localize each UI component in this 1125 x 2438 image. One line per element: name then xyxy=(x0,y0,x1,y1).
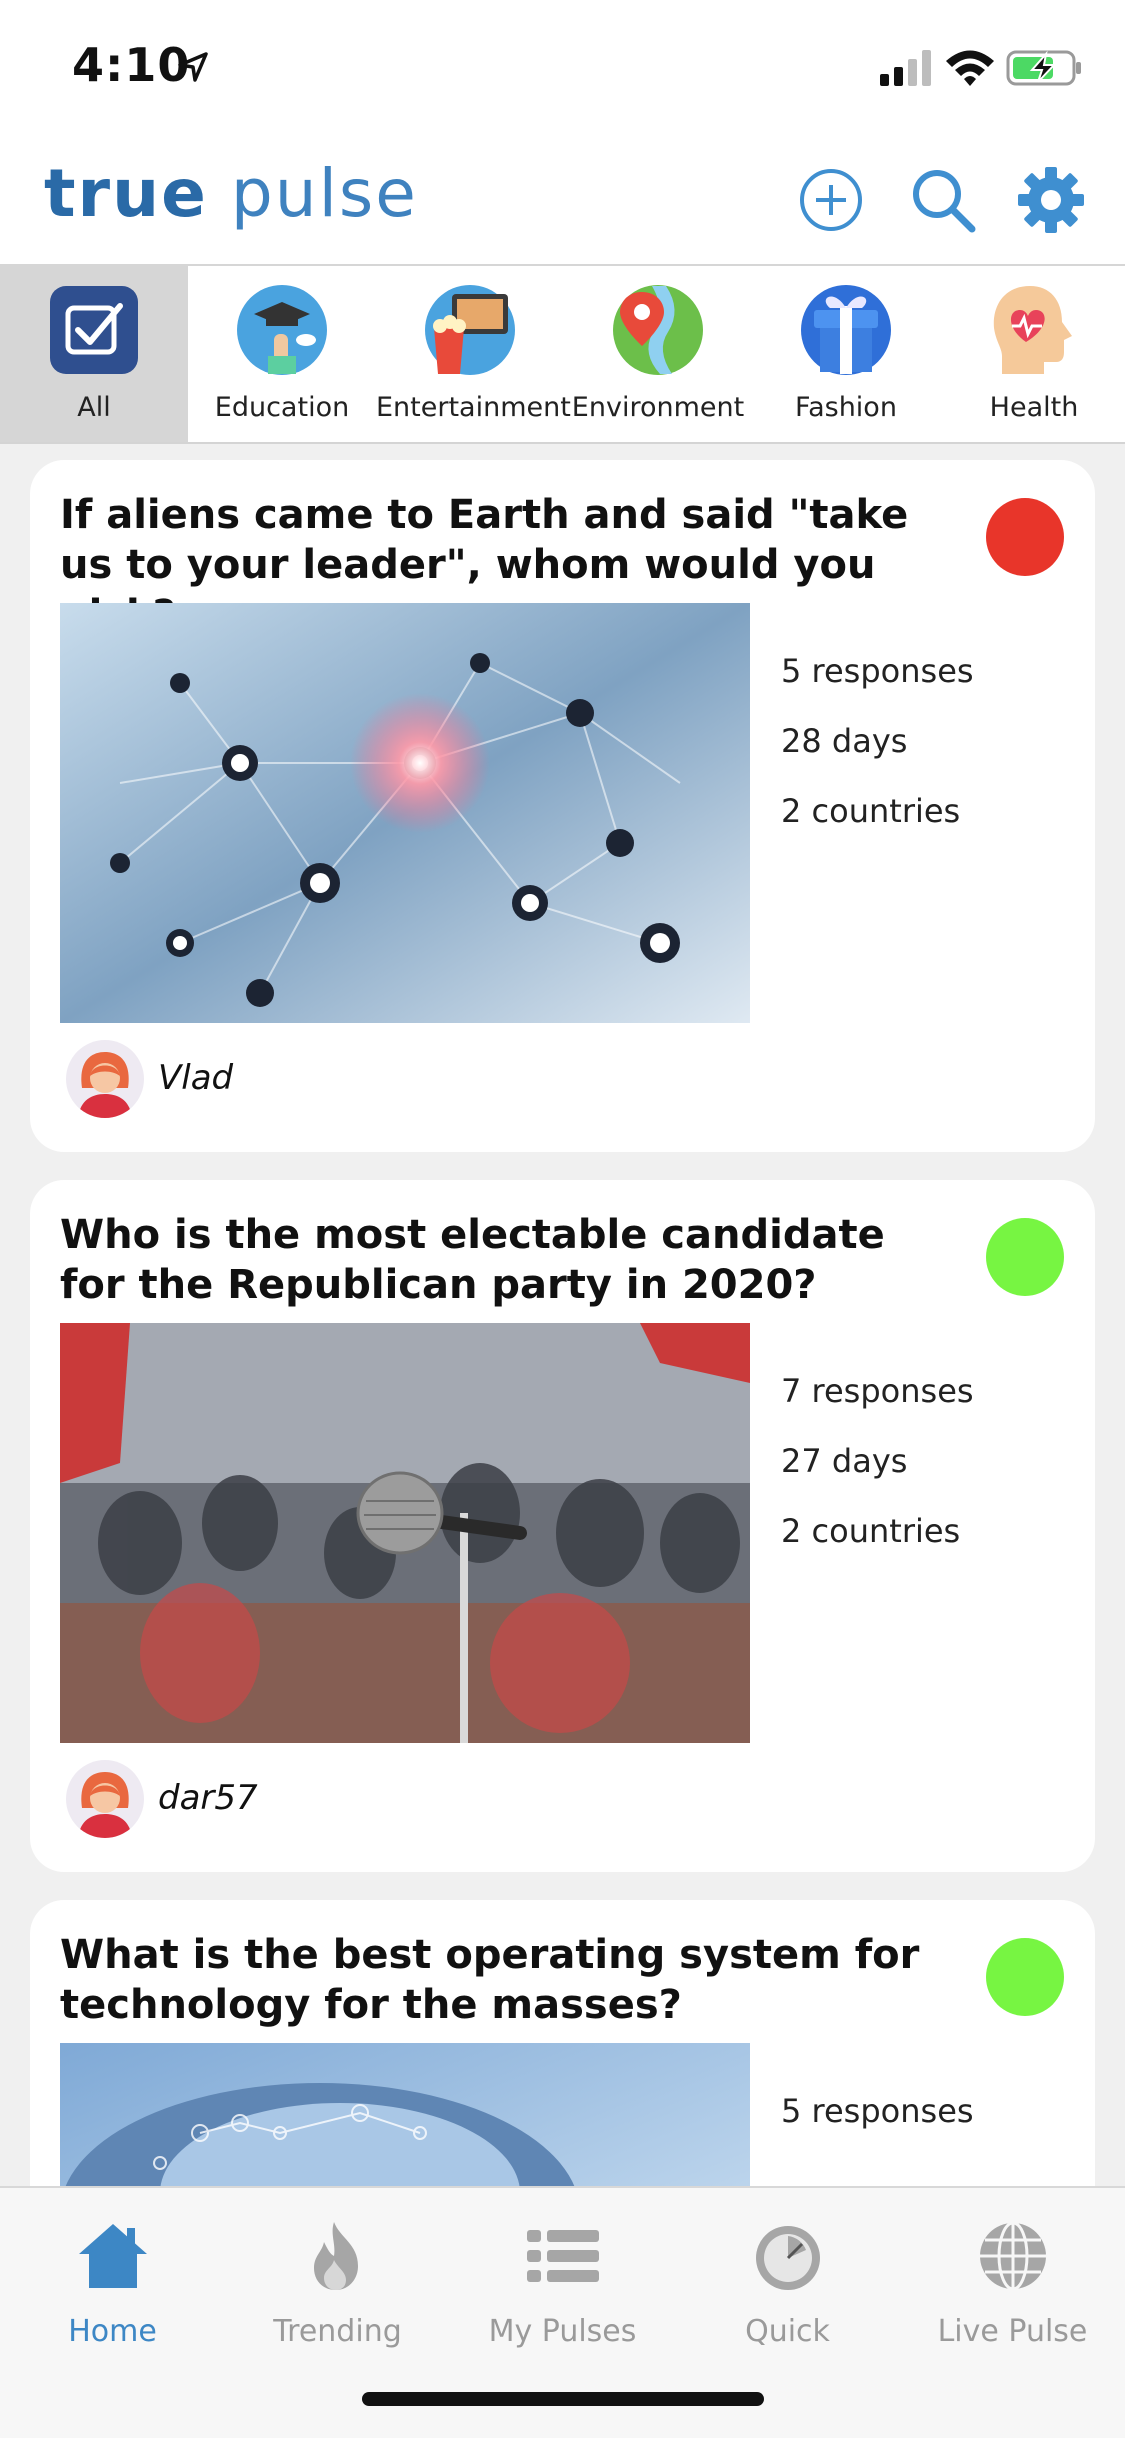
tab-label: Trending xyxy=(273,2314,402,2349)
category-health[interactable]: Health xyxy=(940,266,1125,442)
category-label: Entertainment xyxy=(376,392,571,423)
avatar-icon xyxy=(78,1052,132,1118)
category-label: Environment xyxy=(571,392,745,423)
pulse-stats: 5 responses 28 days 2 countries xyxy=(781,652,974,862)
category-label: Health xyxy=(989,392,1079,423)
response-count: 7 responses xyxy=(781,1372,974,1410)
category-environment[interactable]: Environment xyxy=(564,266,752,442)
author-name[interactable]: dar57 xyxy=(158,1778,258,1818)
status-bar: 4:10 xyxy=(0,0,1125,135)
days-remaining: 27 days xyxy=(781,1442,908,1480)
country-count: 2 countries xyxy=(781,792,961,830)
pulse-stats: 5 responses xyxy=(781,2092,974,2162)
tab-label: Live Pulse xyxy=(937,2314,1088,2349)
graduation-cap-icon xyxy=(237,285,327,375)
country-count: 2 countries xyxy=(781,1512,961,1550)
pulse-card[interactable]: Who is the most electable candidate for … xyxy=(30,1180,1095,1872)
add-icon[interactable] xyxy=(796,165,866,235)
tab-label: Quick xyxy=(745,2314,830,2349)
tab-quick[interactable]: Quick xyxy=(675,2206,900,2356)
network-globe-image xyxy=(60,603,750,1023)
response-count: 5 responses xyxy=(781,652,974,690)
avatar[interactable] xyxy=(66,1040,144,1118)
home-indicator xyxy=(362,2392,764,2406)
pulse-stats: 7 responses 27 days 2 countries xyxy=(781,1372,974,1582)
app-header: true pulse xyxy=(0,135,1125,266)
category-label: Fashion xyxy=(795,392,897,423)
search-icon[interactable] xyxy=(908,165,978,235)
status-dot xyxy=(986,498,1064,576)
list-icon xyxy=(526,2230,599,2282)
wifi-icon xyxy=(946,50,994,86)
stopwatch-icon xyxy=(755,2226,820,2290)
pulse-question[interactable]: Who is the most electable candidate for … xyxy=(60,1210,960,1310)
app-logo: true pulse xyxy=(44,155,418,232)
avatar-icon xyxy=(78,1772,132,1838)
pulse-card[interactable]: If aliens came to Earth and said "take u… xyxy=(30,460,1095,1152)
flame-icon xyxy=(313,2222,358,2290)
logo-word-pulse: pulse xyxy=(230,155,418,232)
tab-live-pulse[interactable]: Live Pulse xyxy=(900,2206,1125,2356)
author-name[interactable]: Vlad xyxy=(158,1058,233,1098)
logo-word-true: true xyxy=(44,155,208,232)
head-heart-icon xyxy=(993,286,1072,374)
checkbox-icon xyxy=(50,286,138,374)
tab-trending[interactable]: Trending xyxy=(225,2206,450,2356)
category-education[interactable]: Education xyxy=(188,266,376,442)
days-remaining: 28 days xyxy=(781,722,908,760)
category-all[interactable]: All xyxy=(0,266,188,442)
status-time: 4:10 xyxy=(72,38,191,92)
home-icon xyxy=(78,2224,147,2288)
category-label: Education xyxy=(214,392,350,423)
response-count: 5 responses xyxy=(781,2092,974,2130)
location-arrow-icon xyxy=(178,52,208,82)
gear-icon[interactable] xyxy=(1016,165,1086,235)
category-fashion[interactable]: Fashion xyxy=(752,266,940,442)
popcorn-tv-icon xyxy=(425,285,515,375)
map-pin-earth-icon xyxy=(613,285,703,375)
pulse-image-microphone[interactable] xyxy=(60,1323,750,1743)
battery-charging-icon xyxy=(1006,50,1081,86)
category-strip: All Education Entertainment Environment … xyxy=(0,266,1125,444)
status-dot xyxy=(986,1938,1064,2016)
tab-label: Home xyxy=(68,2314,157,2349)
pulse-image-network[interactable] xyxy=(60,603,750,1023)
globe-icon xyxy=(979,2221,1046,2291)
tab-my-pulses[interactable]: My Pulses xyxy=(450,2206,675,2356)
category-entertainment[interactable]: Entertainment xyxy=(376,266,571,442)
gift-box-icon xyxy=(801,285,891,375)
cellular-signal-icon xyxy=(880,50,931,86)
avatar[interactable] xyxy=(66,1760,144,1838)
tab-home[interactable]: Home xyxy=(0,2206,225,2356)
category-label: All xyxy=(77,392,111,423)
tab-label: My Pulses xyxy=(488,2314,637,2349)
microphone-crowd-image xyxy=(60,1323,750,1743)
status-dot xyxy=(986,1218,1064,1296)
pulse-question[interactable]: What is the best operating system for te… xyxy=(60,1930,960,2030)
